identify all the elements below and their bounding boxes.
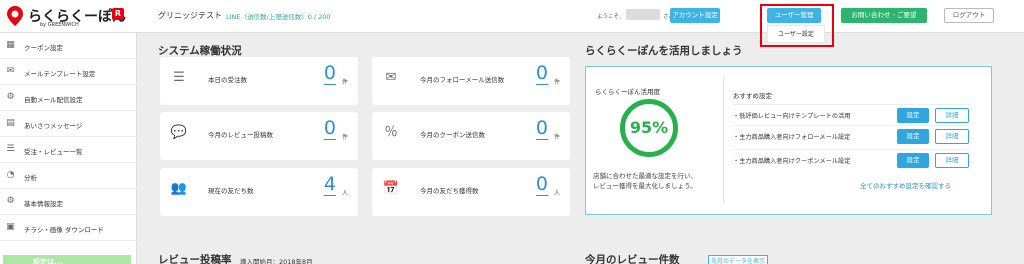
description-line: 店舗に合わせた最適な設定を行い、 — [593, 172, 697, 180]
logo-badge: R — [112, 8, 124, 20]
review-rate-title: レビュー投稿率 — [158, 254, 232, 264]
card-value: 0 — [535, 117, 548, 140]
card-unit: 人 — [553, 190, 560, 197]
card-value: 0 — [323, 62, 336, 85]
logo-pin-icon — [7, 6, 23, 26]
pie-chart-icon: ◔ — [6, 170, 15, 180]
card-value: 0 — [535, 173, 548, 196]
sidebar-item-label: クーポン設定 — [24, 44, 63, 52]
today-orders-card: ☰ 本日の受注数 0 件 — [160, 57, 358, 105]
sidebar-item-coupon[interactable]: ▦ クーポン設定 — [0, 33, 137, 59]
utilize-panel: らくらくーぽん活用度 95% 店舗に合わせた最適な設定を行い、 レビュー獲得を最… — [585, 66, 992, 215]
card-label: 今月のクーポン送信数 — [420, 131, 485, 139]
highlight-box — [760, 4, 834, 47]
welcome-text: ようこそ、 — [597, 14, 625, 20]
recommendation-set-button[interactable]: 設定 — [897, 153, 929, 168]
sidebar-item-orders-reviews[interactable]: ☰ 受注・レビュー一覧 — [0, 137, 137, 163]
recommendation-set-button[interactable]: 設定 — [897, 108, 929, 123]
card-unit: 件 — [553, 134, 560, 141]
card-label: 本日の受注数 — [208, 76, 247, 84]
sidebar-item-auto-mail[interactable]: ⚙ 自動メール配信設定 — [0, 85, 137, 111]
recommendation-row: ・主力商品購入者向けクーポンメール設定 設定 詳細 — [733, 149, 971, 170]
sidebar-banner[interactable]: 設定は... — [3, 255, 131, 264]
users-icon: 👥 — [170, 181, 188, 196]
sidebar-item-label: メールテンプレート設定 — [24, 70, 96, 78]
gear-icon: ⚙ — [6, 196, 15, 206]
sidebar-item-label: チラシ・画像 ダウンロード — [24, 226, 104, 234]
all-recommendations-link[interactable]: 全てのおすすめ設定を確認する — [860, 180, 951, 190]
sidebar-item-label: 基本情報設定 — [24, 200, 63, 208]
mail-icon: ✉ — [6, 66, 15, 76]
card-unit: 件 — [341, 79, 348, 86]
percent-coupon-icon: ％ — [384, 125, 398, 140]
logout-button[interactable]: ログアウト — [944, 8, 994, 23]
recommendation-detail-button[interactable]: 詳細 — [935, 153, 969, 168]
recommendation-row: ・主力商品購入者向けフォローメール設定 設定 詳細 — [733, 125, 971, 146]
recommendation-label: ・主力商品購入者向けフォローメール設定 — [733, 134, 851, 141]
card-value: 4 — [323, 173, 336, 196]
review-posts-card: 💬 今月のレビュー投稿数 0 件 — [160, 112, 358, 160]
mail-icon: ✉ — [385, 70, 397, 85]
system-status-title: システム稼働状況 — [158, 45, 242, 57]
calendar-user-icon: 📅 — [382, 181, 400, 196]
friends-gained-card: 📅 今月の友だち獲得数 0 人 — [372, 168, 570, 216]
sidebar-item-label: 自動メール配信設定 — [24, 96, 83, 104]
follow-mail-card: ✉ 今月のフォローメール送信数 0 件 — [372, 57, 570, 105]
review-count-title: 今月のレビュー件数 — [585, 254, 680, 264]
recommendation-label: ・主力商品購入者向けクーポンメール設定 — [733, 158, 851, 165]
show-last-month-button[interactable]: 先月のデータを表示 — [708, 255, 768, 264]
logo-subtitle: by GREENWICH — [40, 22, 79, 28]
auto-mail-icon: ⚙ — [6, 92, 15, 102]
recommendation-detail-button[interactable]: 詳細 — [935, 108, 969, 123]
speech-bubble-icon: 💬 — [170, 125, 188, 140]
coupon-sent-card: ％ 今月のクーポン送信数 0 件 — [372, 112, 570, 160]
recommendation-row: ・低評価レビュー向けテンプレートの活用 設定 詳細 — [733, 104, 971, 125]
list-icon: ☰ — [173, 70, 185, 85]
utilize-title: らくらくーぽんを活用しましょう — [585, 45, 743, 57]
list-icon: ☰ — [6, 144, 15, 154]
sidebar-item-flyer-download[interactable]: ▣ チラシ・画像 ダウンロード — [0, 215, 137, 241]
recommendation-label: ・低評価レビュー向けテンプレートの活用 — [733, 113, 851, 120]
card-label: 今月のフォローメール送信数 — [420, 76, 505, 84]
divider — [723, 77, 724, 203]
top-header: らくらくーぽん R by GREENWICH グリニッジテスト LINE（送信数… — [0, 0, 1024, 33]
card-unit: 人 — [341, 190, 348, 197]
recommendation-set-button[interactable]: 設定 — [897, 129, 929, 144]
card-value: 0 — [323, 117, 336, 140]
sidebar-item-analysis[interactable]: ◔ 分析 — [0, 163, 137, 189]
utilization-label: らくらくーぽん活用度 — [595, 88, 660, 96]
sidebar-item-label: 受注・レビュー一覧 — [24, 148, 83, 156]
account-settings-button[interactable]: アカウント設定 — [670, 8, 720, 23]
card-label: 今月の友だち獲得数 — [420, 187, 479, 195]
sidebar-item-greeting[interactable]: ▤ あいさつメッセージ — [0, 111, 137, 137]
recommendation-detail-button[interactable]: 詳細 — [935, 129, 969, 144]
line-send-status: LINE（送信数/上限送信数）0 / 200 — [226, 13, 331, 21]
utilization-description: 店舗に合わせた最適な設定を行い、 レビュー獲得を最大化しましょう。 — [593, 171, 697, 191]
sidebar-item-label: 分析 — [24, 174, 37, 182]
sidebar-item-basic-settings[interactable]: ⚙ 基本情報設定 — [0, 189, 137, 215]
coupon-icon: ▦ — [6, 40, 15, 50]
sidebar: ▦ クーポン設定 ✉ メールテンプレート設定 ⚙ 自動メール配信設定 ▤ あいさ… — [0, 33, 137, 264]
sidebar-item-mail-template[interactable]: ✉ メールテンプレート設定 — [0, 59, 137, 85]
description-line: レビュー獲得を最大化しましょう。 — [593, 182, 697, 190]
recommended-settings-title: おすすめ設定 — [733, 92, 772, 100]
friends-count-card: 👥 現在の友だち数 4 人 — [160, 168, 358, 216]
image-icon: ▣ — [6, 222, 15, 232]
contact-button[interactable]: お問い合わせ・ご要望 — [841, 8, 927, 23]
sidebar-item-label: あいさつメッセージ — [24, 122, 83, 130]
shop-name: グリニッジテスト — [158, 11, 222, 20]
card-unit: 件 — [341, 134, 348, 141]
user-name-masked — [626, 9, 660, 20]
start-month-note: 導入開始月：2018年8月 — [240, 258, 313, 264]
greeting-icon: ▤ — [6, 118, 15, 128]
app-logo[interactable]: らくらくーぽん R by GREENWICH — [6, 5, 138, 29]
card-unit: 件 — [553, 79, 560, 86]
card-value: 0 — [535, 62, 548, 85]
card-label: 現在の友だち数 — [208, 187, 254, 195]
card-label: 今月のレビュー投稿数 — [208, 131, 273, 139]
utilization-rate: 95% — [629, 118, 669, 137]
